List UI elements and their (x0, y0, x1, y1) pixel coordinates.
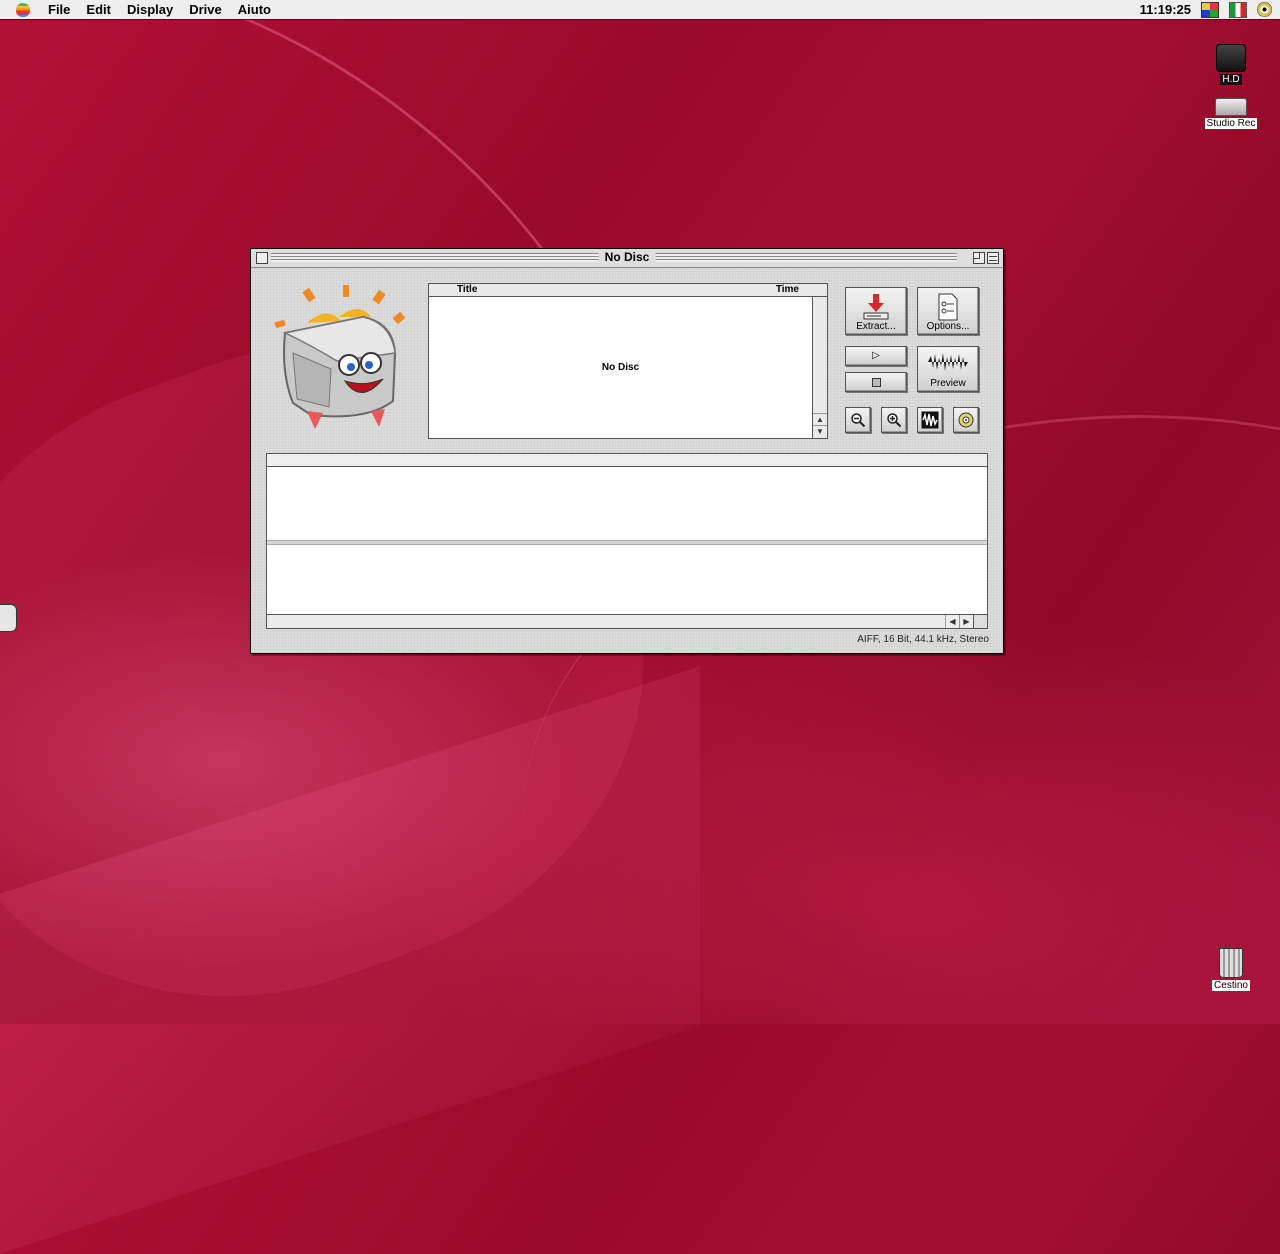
cd-disc-icon (958, 412, 974, 428)
waveform-icon (928, 353, 968, 371)
options-button[interactable]: Options... (917, 287, 979, 335)
play-icon: ▷ (872, 350, 880, 361)
application-switcher-icon[interactable] (1201, 1, 1219, 18)
zoom-box-button[interactable] (973, 252, 985, 264)
window-title-bar[interactable]: No Disc (251, 249, 1003, 268)
toaster-mascot-icon (274, 285, 406, 429)
column-time[interactable]: Time (776, 284, 799, 295)
italian-flag-icon[interactable] (1229, 1, 1247, 18)
waveform-box-icon (921, 411, 939, 429)
desktop-wave (0, 666, 700, 1254)
track-list-header: Title Time (429, 284, 827, 297)
desktop-icon-hd[interactable]: H.D (1199, 44, 1263, 85)
waveform-view-button[interactable] (917, 407, 943, 433)
drive-icon (1215, 98, 1247, 116)
collapse-box-button[interactable] (987, 252, 999, 264)
extract-button[interactable]: Extract... (845, 287, 907, 335)
horizontal-scrollbar[interactable]: ◀ ▶ (267, 614, 987, 628)
zoom-in-button[interactable] (881, 407, 907, 433)
play-button[interactable]: ▷ (845, 346, 907, 366)
window-title: No Disc (598, 250, 656, 264)
audio-format-status: AIFF, 16 Bit, 44.1 kHz, Stereo (857, 634, 989, 645)
desktop-icon-trash[interactable]: Cestino (1199, 948, 1263, 991)
waveform-panel-header (267, 454, 987, 467)
collapsed-palette-tab[interactable] (0, 604, 17, 632)
cd-icon[interactable] (1257, 2, 1272, 17)
no-disc-label: No Disc (601, 362, 640, 373)
column-title[interactable]: Title (457, 284, 477, 295)
menu-edit[interactable]: Edit (78, 2, 119, 17)
desktop-icon-label: Cestino (1212, 980, 1250, 991)
desktop-icon-studio-rec[interactable]: Studio Rec (1199, 98, 1263, 129)
channel-divider (267, 540, 987, 545)
zoom-in-icon (887, 413, 902, 428)
menu-aiuto[interactable]: Aiuto (230, 2, 279, 17)
options-document-icon (938, 293, 958, 321)
scroll-down-arrow-icon[interactable]: ▼ (813, 425, 827, 438)
stop-button[interactable] (845, 372, 907, 392)
menubar-clock[interactable]: 11:19:25 (1140, 2, 1191, 17)
cd-button[interactable] (953, 407, 979, 433)
waveform-panel[interactable]: ◀ ▶ (266, 453, 988, 629)
menu-file[interactable]: File (40, 2, 78, 17)
track-list-empty-message: No Disc (429, 297, 812, 438)
stop-icon (871, 378, 881, 387)
trash-icon (1219, 948, 1243, 978)
hard-drive-icon (1216, 44, 1246, 72)
apple-menu-icon[interactable] (16, 2, 30, 17)
menu-drive[interactable]: Drive (181, 2, 230, 17)
extract-label: Extract... (856, 321, 896, 332)
menu-display[interactable]: Display (119, 2, 181, 17)
menu-bar: File Edit Display Drive Aiuto 11:19:25 (0, 0, 1280, 20)
toast-window: No Disc Title Time No Disc ▲ ▼ Extract..… (250, 248, 1004, 654)
preview-button[interactable]: Preview (917, 346, 979, 392)
extract-icon (863, 294, 889, 320)
scroll-left-arrow-icon[interactable]: ◀ (945, 615, 959, 628)
desktop-icon-label: Studio Rec (1204, 118, 1258, 129)
close-box-button[interactable] (256, 252, 268, 264)
preview-label: Preview (930, 378, 966, 389)
desktop-icon-label: H.D (1220, 74, 1242, 85)
zoom-out-icon (851, 413, 866, 428)
menubar-extras: 11:19:25 (1140, 1, 1280, 18)
zoom-out-button[interactable] (845, 407, 871, 433)
track-list-scrollbar[interactable]: ▲ ▼ (812, 297, 827, 438)
track-list[interactable]: Title Time No Disc ▲ ▼ (428, 283, 828, 439)
options-label: Options... (926, 321, 970, 332)
scroll-right-arrow-icon[interactable]: ▶ (959, 615, 973, 628)
resize-grow-box[interactable] (973, 615, 987, 628)
